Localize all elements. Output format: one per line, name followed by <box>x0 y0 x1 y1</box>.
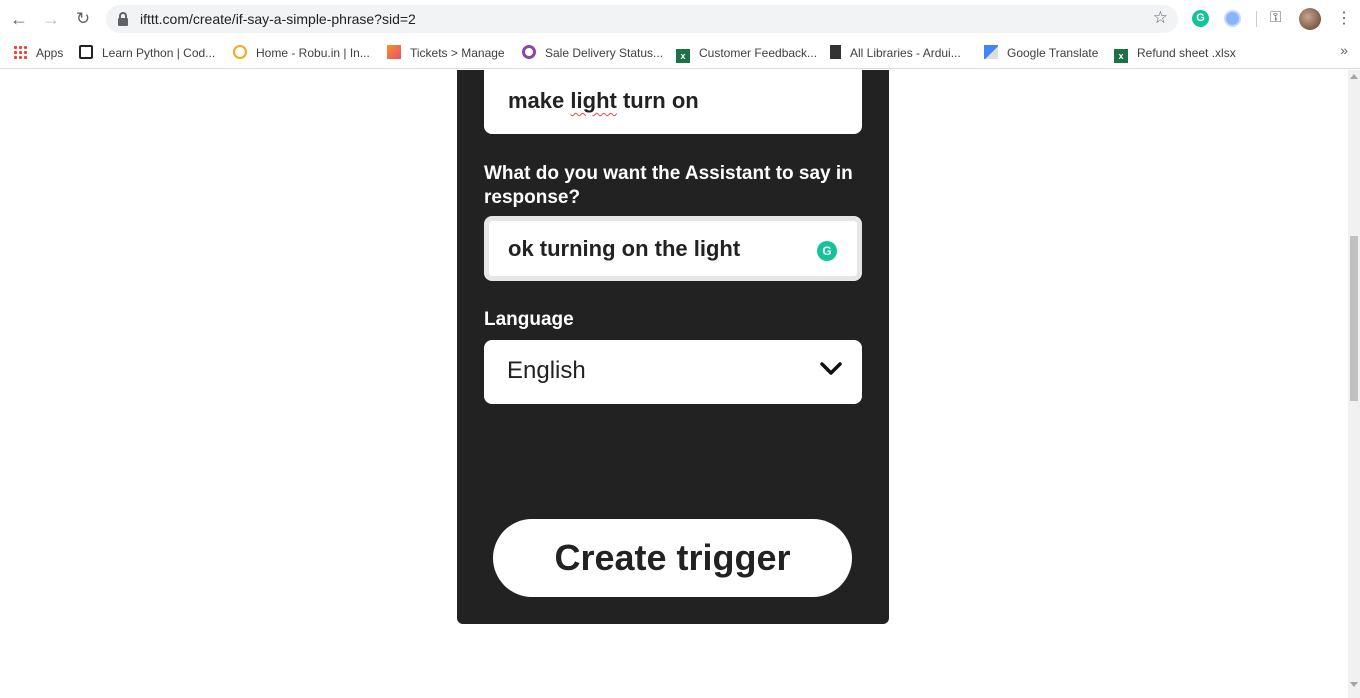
scroll-down-arrow-icon[interactable] <box>1350 682 1358 687</box>
bookmark-apps[interactable]: Apps <box>13 43 63 63</box>
more-menu-icon[interactable]: ⋮ <box>1336 8 1352 30</box>
browser-toolbar: ← → ↻ ifttt.com/create/if-say-a-simple-p… <box>0 0 1360 38</box>
profile-avatar[interactable] <box>1299 8 1321 30</box>
page-content: make light turn on What do you want the … <box>0 70 1348 698</box>
response-label: What do you want the Assistant to say in… <box>484 163 853 208</box>
bookmark-label: Sale Delivery Status... <box>545 46 664 60</box>
bookmark-star-icon[interactable]: ☆ <box>1153 8 1168 28</box>
bookmark-arduino-libraries[interactable]: All Libraries - Ardui... <box>830 43 961 63</box>
reload-icon[interactable]: ↻ <box>72 8 94 30</box>
create-trigger-button[interactable]: Create trigger <box>493 519 852 597</box>
more-bookmarks-icon[interactable]: » <box>1340 42 1348 58</box>
phrase-word-light: light <box>570 88 617 113</box>
bookmark-learn-python[interactable]: Learn Python | Cod... <box>79 43 215 63</box>
bookmark-google-translate[interactable]: Google Translate <box>984 43 1098 63</box>
language-select-value: English <box>507 357 586 384</box>
toolbar-divider <box>1256 11 1257 27</box>
scroll-up-arrow-icon[interactable] <box>1350 74 1358 79</box>
back-arrow-icon[interactable]: ← <box>8 8 30 30</box>
trigger-form-card: make light turn on What do you want the … <box>457 70 889 624</box>
google-translate-icon <box>984 45 998 59</box>
key-icon[interactable]: ⚿ <box>1270 9 1281 26</box>
bookmark-label: All Libraries - Ardui... <box>850 46 961 60</box>
extension-icon[interactable] <box>1224 10 1241 27</box>
chevron-down-icon <box>820 362 842 375</box>
url-text[interactable]: ifttt.com/create/if-say-a-simple-phrase?… <box>140 11 416 27</box>
scrollbar-thumb[interactable] <box>1350 236 1358 401</box>
excel-icon: x <box>676 49 690 63</box>
bookmark-tickets[interactable]: Tickets > Manage <box>387 43 505 63</box>
codecademy-icon <box>79 45 93 59</box>
robu-icon <box>233 45 247 59</box>
bookmark-customer-feedback[interactable]: x Customer Feedback... <box>676 43 817 63</box>
bookmark-label: Google Translate <box>1007 46 1099 60</box>
address-bar[interactable]: ifttt.com/create/if-say-a-simple-phrase?… <box>106 5 1178 33</box>
kayako-icon <box>387 45 401 59</box>
excel-icon: x <box>1114 49 1128 63</box>
circle-icon <box>522 45 536 59</box>
lock-icon <box>118 12 128 26</box>
phrase-word-rest: turn on <box>622 88 699 113</box>
apps-grid-icon <box>13 45 27 59</box>
book-icon <box>830 45 841 59</box>
bookmark-sale-delivery[interactable]: Sale Delivery Status... <box>522 43 663 63</box>
bookmark-label: Tickets > Manage <box>410 46 505 60</box>
phrase-input[interactable]: make light turn on <box>484 70 862 134</box>
forward-arrow-icon[interactable]: → <box>40 8 62 30</box>
bookmarks-bar: Apps Learn Python | Cod... Home - Robu.i… <box>0 38 1360 69</box>
scrollbar[interactable] <box>1348 70 1360 698</box>
grammarly-extension-icon[interactable]: G <box>1192 10 1209 27</box>
grammarly-icon[interactable]: G <box>817 241 837 261</box>
language-select[interactable]: English <box>484 340 862 404</box>
bookmark-label: Learn Python | Cod... <box>102 46 216 60</box>
language-label: Language <box>484 309 574 330</box>
bookmark-label: Customer Feedback... <box>699 46 818 60</box>
bookmark-label: Apps <box>36 46 64 60</box>
phrase-input-value: make light turn on <box>508 88 699 114</box>
phrase-word-make: make <box>508 88 565 113</box>
response-input[interactable]: ok turning on the light G <box>484 216 862 281</box>
response-input-value: ok turning on the light <box>508 236 741 261</box>
bookmark-robu[interactable]: Home - Robu.in | In... <box>233 43 370 63</box>
bookmark-refund-sheet[interactable]: x Refund sheet .xlsx <box>1114 43 1236 63</box>
bookmark-label: Home - Robu.in | In... <box>256 46 370 60</box>
bookmark-label: Refund sheet .xlsx <box>1137 46 1236 60</box>
